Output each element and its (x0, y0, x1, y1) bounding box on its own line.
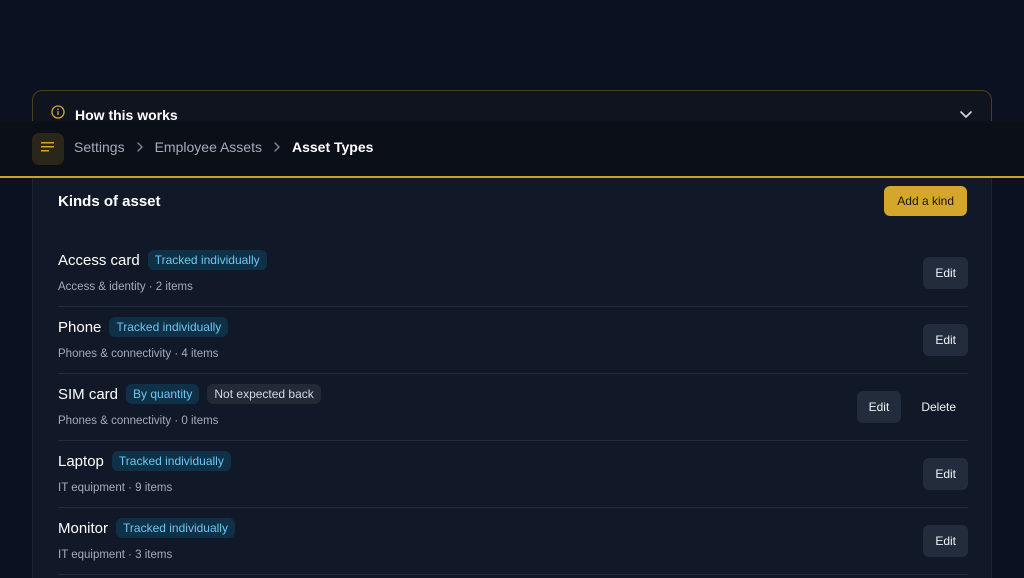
add-kind-button[interactable]: Add a kind (884, 186, 967, 216)
asset-kind-meta: Phones & connectivity · 4 items (58, 348, 219, 360)
asset-kind-name: Access card (58, 251, 140, 269)
tracking-badge: Tracked individually (109, 317, 229, 337)
asset-kind-name: Laptop (58, 452, 104, 470)
asset-kind-row: Phone Tracked individually Phones & conn… (58, 307, 968, 374)
panel-title: Kinds of asset (58, 193, 161, 210)
tracking-badge: By quantity (126, 384, 200, 404)
edit-button[interactable]: Edit (923, 324, 968, 356)
edit-button[interactable]: Edit (923, 458, 968, 490)
asset-kind-meta: IT equipment · 3 items (58, 549, 173, 561)
edit-button[interactable]: Edit (856, 391, 902, 423)
asset-kind-meta: IT equipment · 9 items (58, 482, 173, 494)
asset-kind-name: Monitor (58, 519, 109, 537)
asset-kind-row: Laptop Tracked individually IT equipment… (58, 441, 968, 508)
top-bar: Settings Employee Assets Asset Types (0, 121, 1024, 178)
breadcrumb-asset-types: Asset Types (291, 139, 374, 155)
edit-button[interactable]: Edit (923, 257, 968, 289)
asset-kind-row: Monitor Tracked individually IT equipmen… (58, 508, 968, 575)
delete-button[interactable]: Delete (909, 391, 968, 423)
edit-button[interactable]: Edit (923, 525, 968, 557)
chevron-right-icon (133, 140, 147, 154)
tracking-badge: Tracked individually (116, 518, 235, 538)
asset-kinds-panel: Kinds of asset Add a kind Access card Tr… (32, 178, 992, 578)
breadcrumb-settings[interactable]: Settings (74, 139, 125, 155)
menu-lines-icon (41, 140, 55, 158)
chevron-right-icon (270, 140, 284, 154)
asset-kind-row: Access card Tracked individually Access … (58, 240, 968, 307)
asset-kind-meta: Phones & connectivity · 0 items (58, 415, 219, 427)
asset-kind-meta: Access & identity · 2 items (58, 281, 193, 293)
breadcrumb-employee-assets[interactable]: Employee Assets (155, 139, 262, 155)
menu-button[interactable] (32, 133, 64, 165)
asset-kind-name: SIM card (58, 385, 119, 403)
tracking-badge: Tracked individually (111, 451, 231, 471)
breadcrumb: Settings Employee Assets Asset Types (74, 139, 373, 155)
asset-kind-name: Phone (58, 318, 102, 336)
tracking-badge: Tracked individually (147, 250, 267, 270)
asset-kind-row: SIM card By quantity Not expected back P… (58, 374, 968, 441)
return-badge: Not expected back (207, 384, 321, 404)
